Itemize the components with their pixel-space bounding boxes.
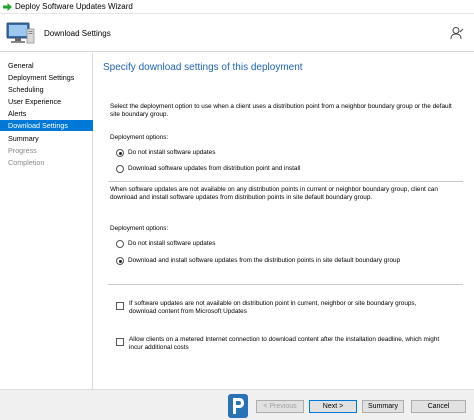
user-icon xyxy=(450,27,464,40)
radio-label: Download and install software updates fr… xyxy=(128,257,401,264)
main-panel: Specify download settings of this deploy… xyxy=(94,53,474,389)
cancel-button[interactable]: Cancel xyxy=(411,400,466,413)
checkbox[interactable] xyxy=(116,338,124,346)
radio-button[interactable] xyxy=(116,149,124,157)
section1-description: Select the deployment option to use when… xyxy=(110,103,452,118)
radio-label: Do not install software updates xyxy=(128,240,216,247)
previous-button[interactable]: < Previous xyxy=(256,400,304,413)
wizard-nav: General Deployment Settings Scheduling U… xyxy=(0,53,93,389)
section1-options-label: Deployment options: xyxy=(110,134,169,141)
nav-item-summary[interactable]: Summary xyxy=(0,133,93,144)
nav-item-download-settings[interactable]: Download Settings xyxy=(0,120,93,131)
logo-icon xyxy=(228,394,248,418)
checkbox[interactable] xyxy=(116,302,124,310)
summary-button[interactable]: Summary xyxy=(362,400,404,413)
wizard-arrow-icon xyxy=(3,3,12,11)
divider xyxy=(108,284,463,285)
computer-icon xyxy=(6,22,35,44)
title-bar: Deploy Software Updates Wizard xyxy=(0,0,474,14)
nav-item-scheduling[interactable]: Scheduling xyxy=(0,84,93,95)
radio-label: Download software updates from distribut… xyxy=(128,165,301,172)
radio-button[interactable] xyxy=(116,257,124,265)
nav-item-completion: Completion xyxy=(8,158,45,167)
wizard-header: Download Settings xyxy=(0,14,474,52)
next-button[interactable]: Next > xyxy=(309,400,357,413)
page-title: Download Settings xyxy=(44,29,111,38)
radio-label: Do not install software updates xyxy=(128,149,216,156)
wizard-footer: < Previous Next > Summary Cancel xyxy=(0,389,474,420)
nav-item-user-experience[interactable]: User Experience xyxy=(0,96,93,107)
nav-item-alerts[interactable]: Alerts xyxy=(0,108,93,119)
radio-button[interactable] xyxy=(116,240,124,248)
window-title: Deploy Software Updates Wizard xyxy=(15,2,133,11)
nav-item-general[interactable]: General xyxy=(0,60,93,71)
nav-item-progress: Progress xyxy=(8,146,37,155)
nav-item-deployment-settings[interactable]: Deployment Settings xyxy=(0,72,93,83)
divider xyxy=(108,181,463,182)
section-heading: Specify download settings of this deploy… xyxy=(103,62,303,73)
section2-options-label: Deployment options: xyxy=(110,225,169,232)
radio-button[interactable] xyxy=(116,165,124,173)
section2-description: When software updates are not available … xyxy=(110,186,438,201)
checkbox-label: Allow clients on a metered Internet conn… xyxy=(129,336,440,351)
checkbox-label: If software updates are not available on… xyxy=(129,300,417,315)
